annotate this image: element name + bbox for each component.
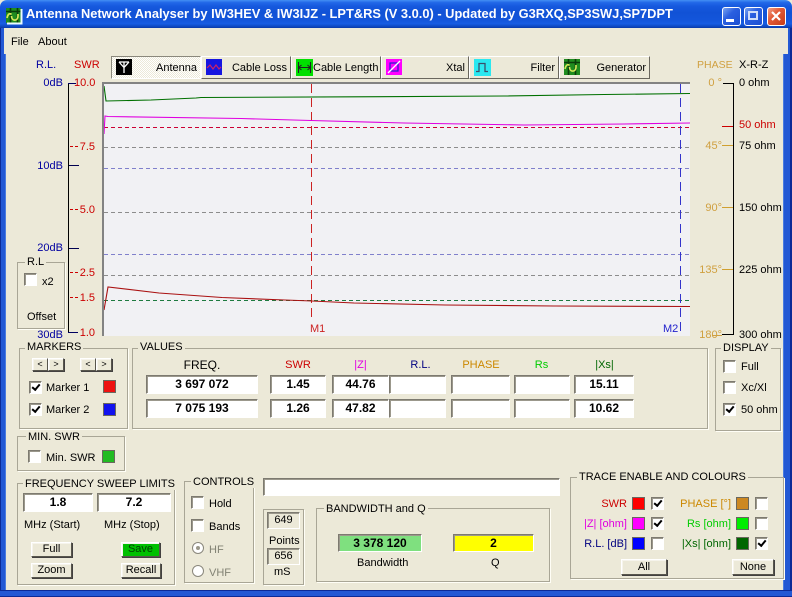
svg-text:M1: M1 [310, 323, 325, 335]
svg-text:M2: M2 [663, 323, 678, 335]
